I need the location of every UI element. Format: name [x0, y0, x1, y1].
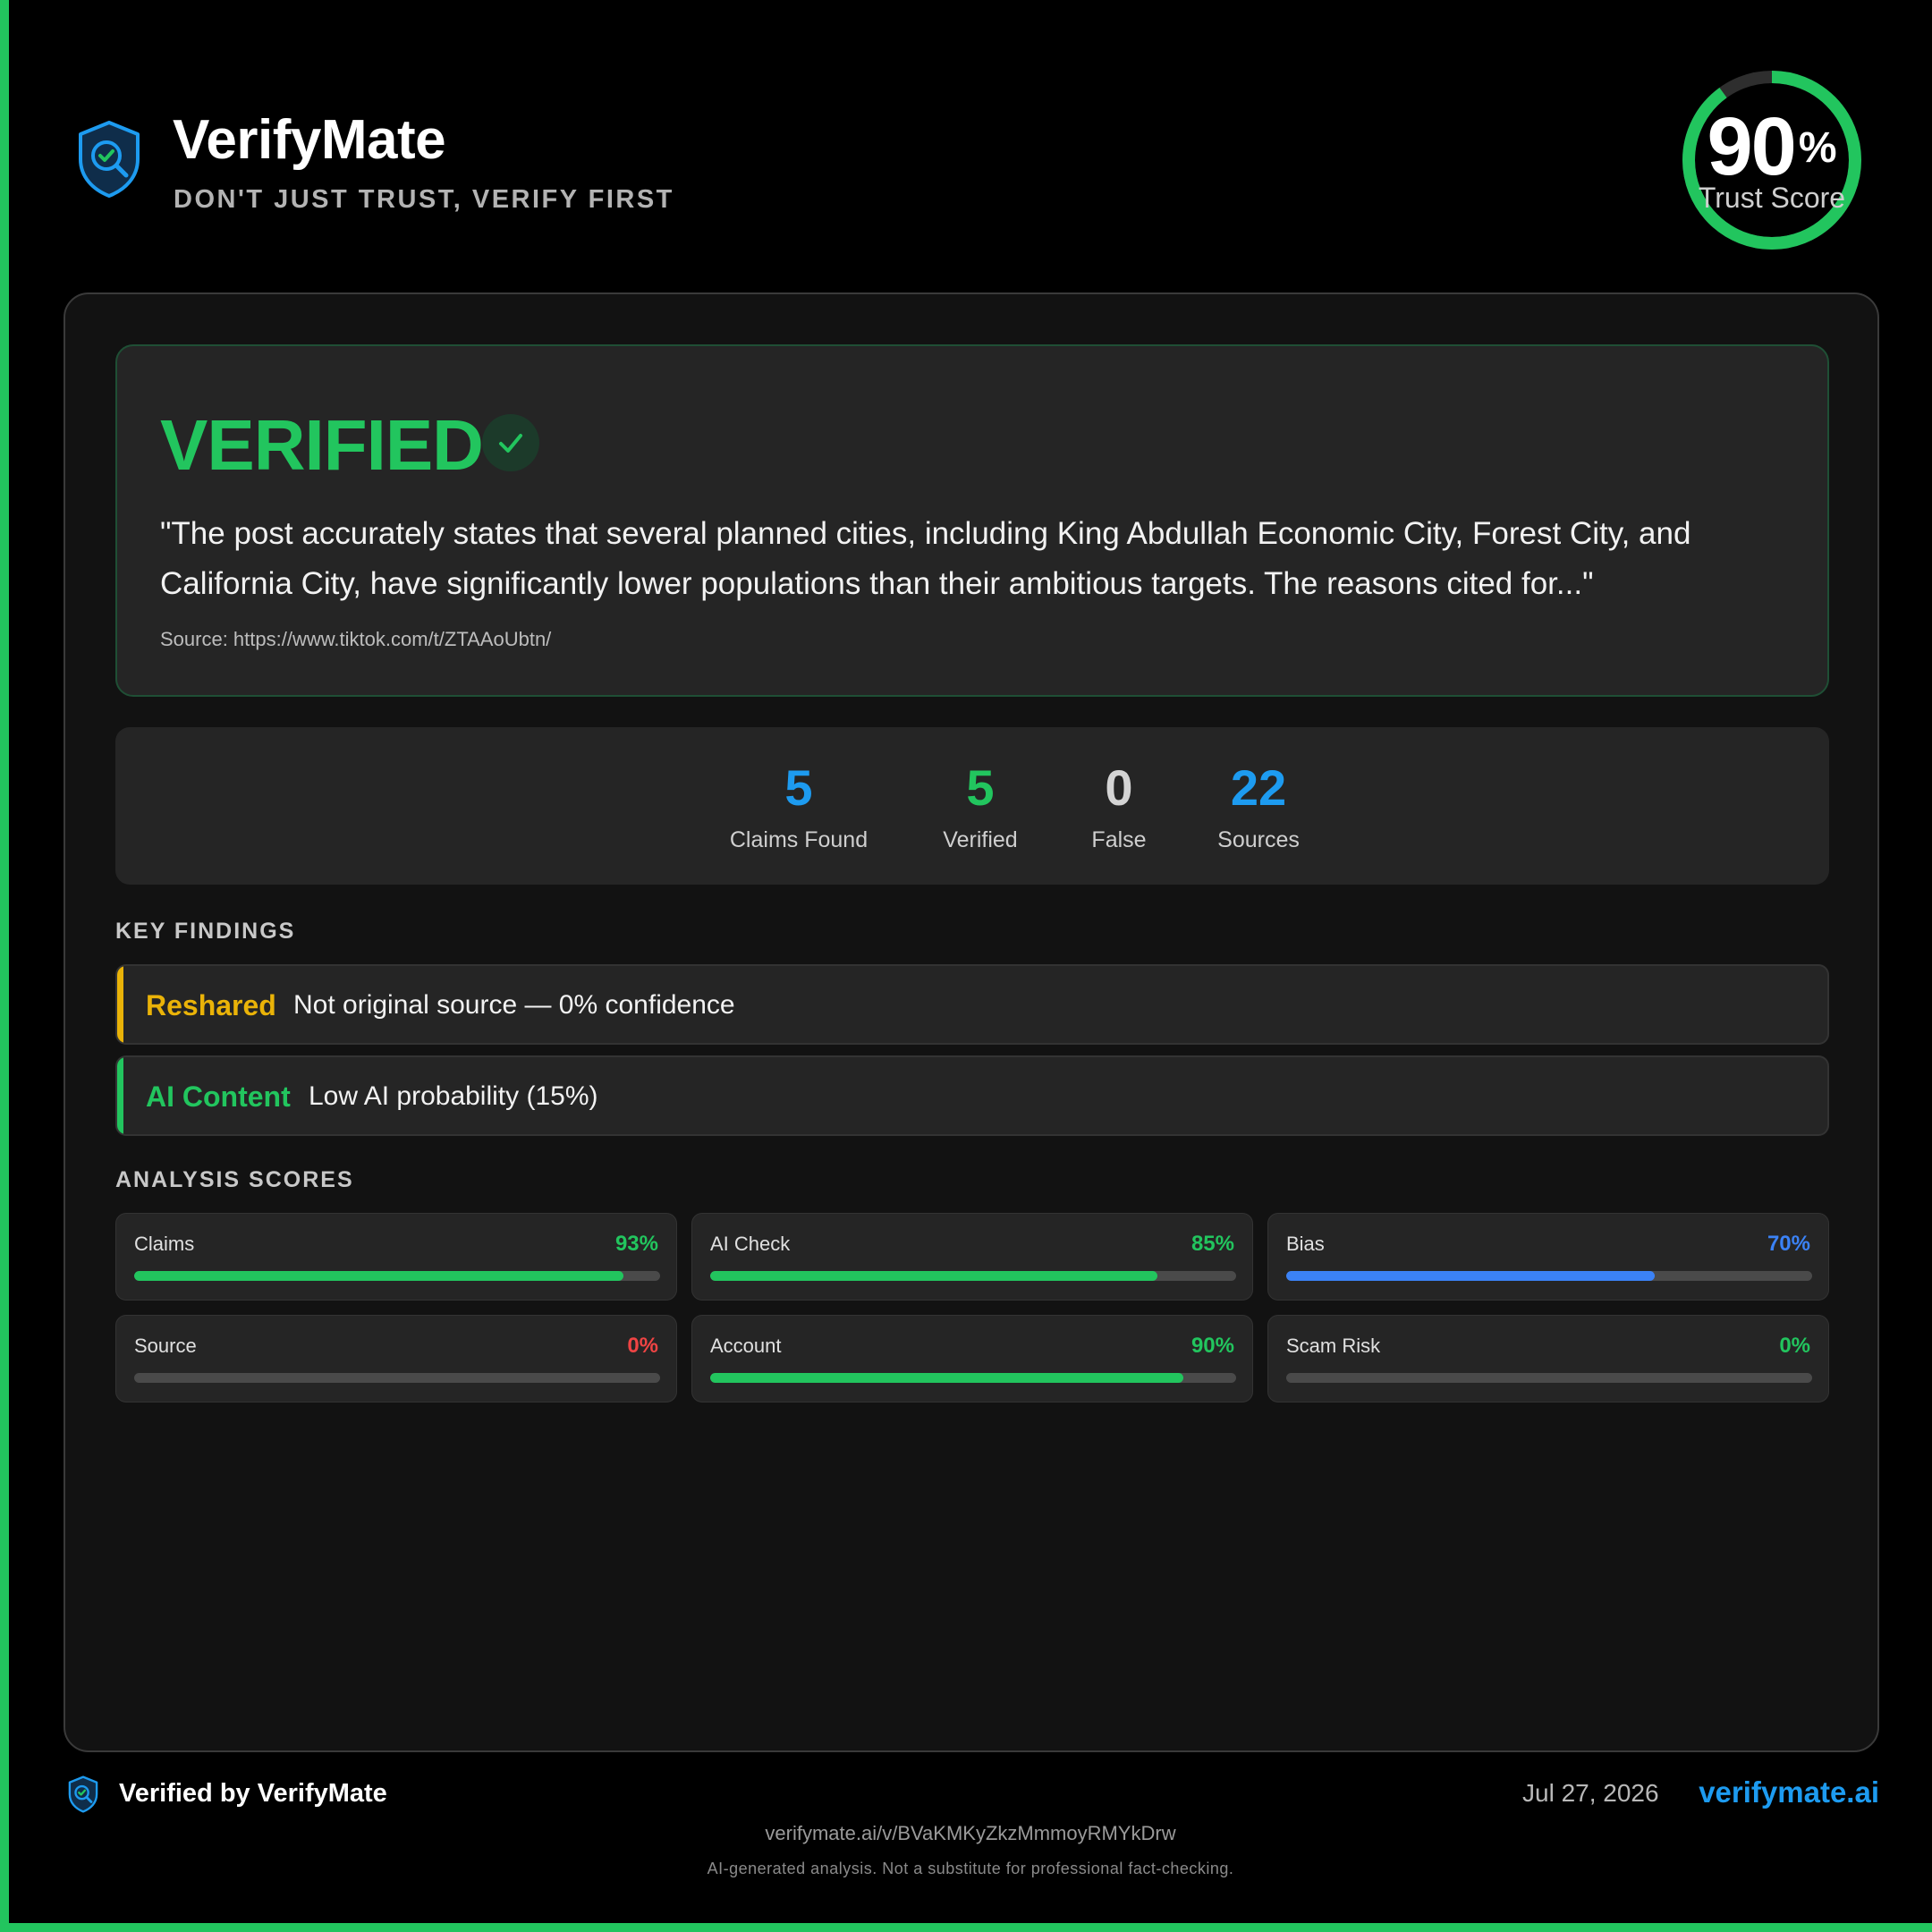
score-fill — [710, 1271, 1157, 1281]
verdict-summary: "The post accurately states that several… — [160, 516, 1691, 601]
footer-verified-by: Verified by VerifyMate — [119, 1779, 387, 1808]
shield-check-icon — [77, 120, 141, 199]
trust-score-percent: % — [1798, 124, 1837, 172]
score-label: Claims — [134, 1233, 195, 1255]
score-fill — [1286, 1271, 1655, 1281]
score-card-source: Source 0% — [115, 1315, 677, 1402]
footer-site-link[interactable]: verifymate.ai — [1699, 1775, 1879, 1809]
score-track — [710, 1373, 1236, 1383]
finding-reshared: Reshared Not original source — 0% confid… — [115, 964, 1829, 1045]
score-card-claims: Claims 93% — [115, 1213, 677, 1301]
score-track — [1286, 1271, 1812, 1281]
score-fill — [710, 1373, 1184, 1383]
footer-date: Jul 27, 2026 — [1522, 1779, 1659, 1807]
stats-panel: 5 Claims Found 5 Verified 0 False 22 Sou… — [115, 727, 1829, 885]
finding-accent — [117, 966, 123, 1043]
footer-disclaimer: AI-generated analysis. Not a substitute … — [707, 1860, 1234, 1877]
score-card-account: Account 90% — [691, 1315, 1253, 1402]
verdict-source: Source: https://www.tiktok.com/t/ZTAAoUb… — [160, 628, 552, 650]
stat-label: Claims Found — [729, 827, 869, 852]
finding-text: Low AI probability (15%) — [309, 1081, 598, 1111]
score-fill — [134, 1271, 623, 1281]
stat-value: 22 — [1230, 759, 1287, 816]
score-label: Source — [134, 1335, 197, 1357]
trust-score-ring: 90% Trust Score — [1678, 66, 1866, 254]
brand-name: VerifyMate — [173, 109, 446, 171]
verdict-panel: VERIFIED "The post accurately states tha… — [115, 344, 1829, 697]
score-percent: 0% — [1779, 1334, 1810, 1358]
score-percent: 90% — [1191, 1334, 1234, 1358]
report-card: VERIFIED "The post accurately states tha… — [64, 292, 1879, 1752]
trust-score-label: Trust Score — [1698, 182, 1846, 214]
frame-accent-left — [0, 0, 9, 1932]
score-label: AI Check — [710, 1233, 791, 1255]
stat-value: 5 — [784, 759, 813, 816]
score-track — [134, 1373, 660, 1383]
finding-tag: AI Content — [146, 1080, 291, 1113]
trust-score-value: 90% — [1707, 101, 1837, 192]
score-card-bias: Bias 70% — [1267, 1213, 1829, 1301]
analysis-scores-title: ANALYSIS SCORES — [115, 1167, 354, 1192]
stat-label: Sources — [1217, 827, 1300, 852]
score-card-scam-risk: Scam Risk 0% — [1267, 1315, 1829, 1402]
key-findings-title: KEY FINDINGS — [115, 919, 296, 944]
brand-tagline: DON'T JUST TRUST, VERIFY FIRST — [174, 185, 674, 214]
score-track — [710, 1271, 1236, 1281]
footer-report-link[interactable]: verifymate.ai/v/BVaKMKyZkzMmmoyRMYkDrw — [0, 1821, 1932, 1846]
score-label: Account — [710, 1335, 782, 1357]
score-percent: 93% — [614, 1232, 658, 1256]
finding-text: Not original source — 0% confidence — [293, 990, 735, 1020]
stat-sources: 22 Sources — [1169, 761, 1348, 854]
score-percent: 70% — [1767, 1232, 1810, 1256]
score-label: Scam Risk — [1286, 1335, 1381, 1357]
frame-accent-bottom — [0, 1923, 1932, 1932]
shield-check-icon — [68, 1775, 98, 1813]
score-track — [1286, 1373, 1812, 1383]
score-card-ai-check: AI Check 85% — [691, 1213, 1253, 1301]
score-percent: 85% — [1191, 1232, 1234, 1256]
verdict-title: VERIFIED — [160, 405, 484, 485]
stat-claims-found: 5 Claims Found — [709, 761, 888, 854]
score-label: Bias — [1286, 1233, 1325, 1255]
check-icon — [482, 414, 539, 471]
score-track — [134, 1271, 660, 1281]
finding-ai-content: AI Content Low AI probability (15%) — [115, 1055, 1829, 1136]
score-percent: 0% — [627, 1334, 658, 1358]
finding-accent — [117, 1057, 123, 1134]
finding-tag: Reshared — [146, 989, 276, 1021]
